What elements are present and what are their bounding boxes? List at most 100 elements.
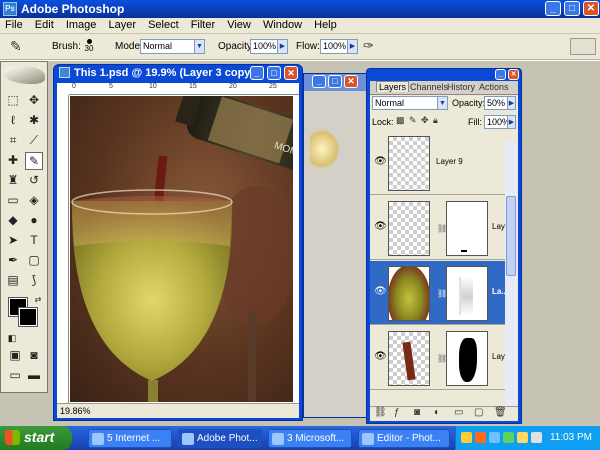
default-colors-icon[interactable]: ◧ <box>3 330 21 348</box>
doc-minimize-button[interactable]: _ <box>250 66 264 80</box>
standard-mode-icon[interactable]: ▣ <box>6 347 24 365</box>
lock-image-icon[interactable]: ✎ <box>409 115 417 126</box>
eye-icon[interactable]: 👁︎ <box>374 221 387 232</box>
tab-channels[interactable]: Channels <box>410 82 448 92</box>
system-clock[interactable]: 11:03 PM <box>550 432 592 443</box>
layer-row[interactable]: 👁︎ ⛓︎ Lay... <box>370 326 516 390</box>
notes-tool-icon[interactable]: ▤ <box>4 272 22 290</box>
palette-well[interactable] <box>570 38 596 55</box>
airbrush-icon[interactable]: ✑ <box>363 38 381 55</box>
layer-row-selected[interactable]: 👁︎ ⛓︎ La... <box>370 261 516 325</box>
menu-view[interactable]: View <box>222 18 255 31</box>
new-layer-icon[interactable]: ▢ <box>474 407 483 418</box>
quick-mask-mode-icon[interactable]: ◙ <box>25 347 43 365</box>
start-button[interactable]: start <box>0 426 72 450</box>
background-color-swatch[interactable] <box>18 307 38 327</box>
eyedropper-tool-icon[interactable]: ⟆ <box>25 272 43 290</box>
tab-actions[interactable]: Actions <box>479 82 509 92</box>
paint-bucket-tool-icon[interactable]: ◈ <box>25 192 43 210</box>
add-mask-icon[interactable]: ◙ <box>414 407 420 418</box>
taskbar-item-photoshop[interactable]: Adobe Phot... <box>178 429 262 448</box>
brush-tool-icon[interactable]: ✎ <box>25 152 43 170</box>
layer-opacity-slider-icon[interactable]: ▶ <box>507 96 516 110</box>
mode-dropdown-icon[interactable]: ▼ <box>194 39 205 54</box>
menu-window[interactable]: Window <box>258 18 306 31</box>
maximize-button[interactable]: □ <box>564 1 580 16</box>
dodge-tool-icon[interactable]: ● <box>25 212 43 230</box>
menu-select[interactable]: Select <box>143 18 183 31</box>
healing-brush-tool-icon[interactable]: ✚ <box>4 152 22 170</box>
zoom-level[interactable]: 19.86% <box>60 406 91 416</box>
blur-tool-icon[interactable]: ◆ <box>4 212 22 230</box>
link-layers-icon[interactable]: ⛓︎ <box>374 407 387 418</box>
background-document-window[interactable]: _ □ ✕ <box>303 73 367 418</box>
close-button[interactable]: ✕ <box>583 1 599 16</box>
tab-layers[interactable]: Layers <box>376 81 410 92</box>
screen-mode-icon[interactable]: ▭ <box>6 367 24 385</box>
bg-maximize-button[interactable]: □ <box>328 75 342 88</box>
tray-icon-3[interactable] <box>489 432 500 443</box>
mode-select[interactable]: Normal <box>140 39 195 54</box>
shape-tool-icon[interactable]: ▢ <box>25 252 43 270</box>
crop-tool-icon[interactable]: ⌗ <box>4 132 22 150</box>
brush-picker[interactable]: 30 <box>80 37 98 57</box>
minimize-button[interactable]: _ <box>545 1 561 16</box>
photoshop-feather-logo[interactable] <box>3 66 45 84</box>
blend-mode-dropdown-icon[interactable]: ▼ <box>437 96 448 110</box>
palette-close-button[interactable]: ✕ <box>508 69 519 80</box>
menu-file[interactable]: File <box>0 18 27 31</box>
layer-row[interactable]: 👁︎ ⛓︎ Lay... <box>370 196 516 260</box>
flow-slider-icon[interactable]: ▶ <box>347 39 358 54</box>
menu-edit[interactable]: Edit <box>30 18 58 31</box>
photoshop-app-icon[interactable]: Ps <box>3 2 17 16</box>
menu-filter[interactable]: Filter <box>186 18 219 31</box>
history-brush-tool-icon[interactable]: ↺ <box>25 172 43 190</box>
menu-layer[interactable]: Layer <box>103 18 140 31</box>
menu-help[interactable]: Help <box>309 18 341 31</box>
move-tool-icon[interactable]: ✥ <box>25 92 43 110</box>
fill-slider-icon[interactable]: ▶ <box>507 115 516 129</box>
taskbar-item-internet[interactable]: 5 Internet ... <box>88 429 172 448</box>
doc-close-button[interactable]: ✕ <box>284 66 298 80</box>
bg-close-button[interactable]: ✕ <box>344 75 358 88</box>
swap-colors-icon[interactable]: ⇄ <box>29 291 47 309</box>
document-window[interactable]: This 1.psd @ 19.9% (Layer 3 copy, ... _ … <box>53 64 303 421</box>
magic-wand-tool-icon[interactable]: ✱ <box>25 112 43 130</box>
eraser-tool-icon[interactable]: ▭ <box>4 192 22 210</box>
eye-icon[interactable]: 👁︎ <box>374 351 387 362</box>
doc-maximize-button[interactable]: □ <box>267 66 281 80</box>
tray-icon-2[interactable] <box>475 432 486 443</box>
lock-position-icon[interactable]: ✥ <box>421 115 429 126</box>
layer-style-icon[interactable]: ƒ <box>394 407 400 418</box>
vertical-ruler[interactable] <box>57 95 69 403</box>
eye-icon[interactable]: 👁︎ <box>374 286 387 297</box>
tray-icon-5[interactable] <box>517 432 528 443</box>
type-tool-icon[interactable]: T <box>25 232 43 250</box>
menu-image[interactable]: Image <box>61 18 101 31</box>
horizontal-ruler[interactable]: 0 5 10 15 20 25 <box>69 83 299 95</box>
delete-layer-icon[interactable]: 🗑︎ <box>494 407 507 418</box>
path-selection-tool-icon[interactable]: ➤ <box>4 232 22 250</box>
new-group-icon[interactable]: ▭ <box>454 407 463 418</box>
eye-icon[interactable]: 👁︎ <box>374 156 387 167</box>
tray-icon-1[interactable] <box>461 432 472 443</box>
layers-palette[interactable]: _ ✕ Layers Channels History Actions Norm… <box>366 68 522 424</box>
taskbar-item-editor[interactable]: Editor - Phot... <box>358 429 450 448</box>
layers-scrollbar[interactable] <box>505 141 517 411</box>
new-adjustment-layer-icon[interactable]: ◐ <box>434 407 440 418</box>
flow-field[interactable]: 100% <box>320 39 348 54</box>
tray-icon-4[interactable] <box>503 432 514 443</box>
bg-minimize-button[interactable]: _ <box>312 75 326 88</box>
layer-name[interactable]: Layer 9 <box>436 157 463 166</box>
marquee-tool-icon[interactable]: ⬚ <box>4 92 22 110</box>
brush-preset-icon[interactable]: ✎ <box>10 39 30 55</box>
blend-mode-select[interactable]: Normal <box>372 96 438 110</box>
volume-icon[interactable] <box>531 432 542 443</box>
lasso-tool-icon[interactable]: ℓ <box>4 112 22 130</box>
lock-transparency-icon[interactable]: ▩ <box>396 115 405 126</box>
tab-history[interactable]: History <box>447 82 475 92</box>
image-canvas[interactable]: MOMM <box>70 96 293 402</box>
clone-stamp-tool-icon[interactable]: ♜ <box>4 172 22 190</box>
layer-opacity-field[interactable]: 50% <box>484 96 508 110</box>
pen-tool-icon[interactable]: ✒ <box>4 252 22 270</box>
